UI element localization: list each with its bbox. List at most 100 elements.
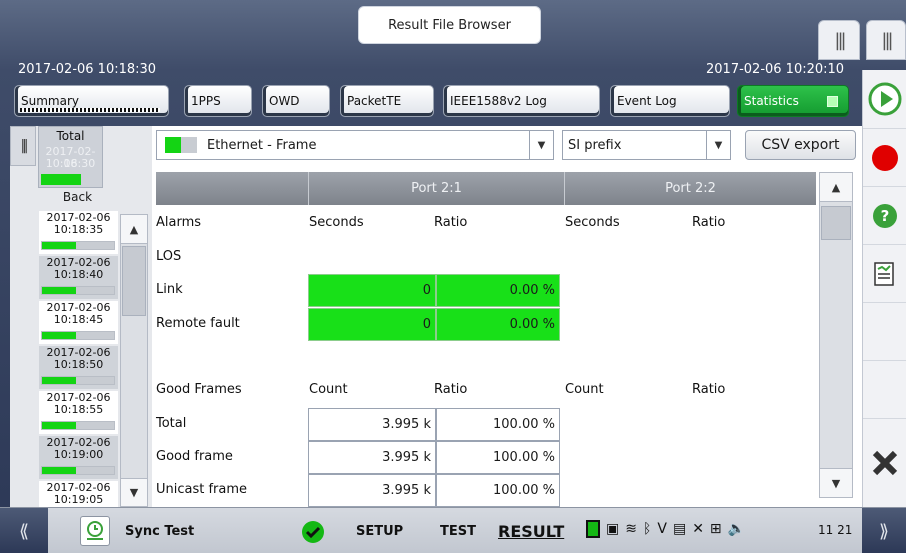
history-item[interactable]: 2017-02-06 10:18:55 bbox=[39, 391, 118, 434]
tab-statistics[interactable]: Statistics bbox=[737, 85, 849, 117]
prefix-select-value: SI prefix bbox=[568, 137, 622, 153]
record-button[interactable] bbox=[863, 128, 906, 186]
check-icon bbox=[301, 520, 325, 548]
transfer-icon: ✕ bbox=[692, 521, 704, 537]
history-item[interactable]: 2017-02-06 10:18:45 bbox=[39, 301, 118, 344]
wifi-icon: ≋ bbox=[625, 521, 637, 537]
panel-handle-icon[interactable]: ||| bbox=[818, 20, 860, 60]
sync-test-icon[interactable] bbox=[80, 516, 110, 546]
terminal-icon: ▤ bbox=[672, 521, 687, 537]
voltage-icon: V bbox=[657, 521, 667, 537]
statistics-active-indicator bbox=[827, 96, 838, 107]
close-icon bbox=[872, 450, 898, 476]
total-count-cell: 3.995 k bbox=[308, 408, 436, 441]
summary-progress-bar bbox=[20, 108, 160, 112]
history-item[interactable]: 2017-02-06 10:18:50 bbox=[39, 346, 118, 389]
history-scroll-down-icon[interactable]: ▼ bbox=[120, 478, 148, 507]
alarms-col-ratio-2: Ratio bbox=[692, 215, 726, 230]
play-icon bbox=[868, 82, 902, 116]
history-panel: ||| Total 2017-02-06 10:18:30 Back 2017-… bbox=[10, 126, 152, 507]
empty-tool-slot bbox=[863, 302, 906, 360]
tab-ieee1588v2-log[interactable]: IEEE1588v2 Log bbox=[443, 85, 600, 117]
history-status-bar bbox=[41, 286, 115, 295]
tab-1pps[interactable]: 1PPS bbox=[184, 85, 252, 117]
frames-col-ratio-2: Ratio bbox=[692, 382, 726, 397]
tab-1pps-label: 1PPS bbox=[191, 94, 221, 108]
report-button[interactable] bbox=[863, 244, 906, 302]
row-label-los: LOS bbox=[156, 249, 182, 264]
row-label-link: Link bbox=[156, 282, 183, 297]
result-button[interactable]: RESULT bbox=[498, 508, 564, 553]
history-time: 10:18:40 bbox=[53, 268, 104, 281]
view-select[interactable]: Ethernet - Frame ▼ bbox=[156, 130, 554, 160]
test-button[interactable]: TEST bbox=[440, 508, 476, 553]
alarms-col-ratio-1: Ratio bbox=[434, 215, 468, 230]
total-status-bar bbox=[41, 174, 81, 185]
tab-owd[interactable]: OWD bbox=[262, 85, 330, 117]
unicast-frame-count-cell: 3.995 k bbox=[308, 474, 436, 507]
tab-event-log-label: Event Log bbox=[617, 94, 677, 108]
link-seconds-cell: 0 bbox=[308, 274, 436, 307]
left-panel-handle-icon[interactable]: ||| bbox=[10, 126, 36, 166]
speaker-icon: 🔈 bbox=[727, 521, 746, 537]
alarms-col-seconds-2: Seconds bbox=[565, 215, 620, 230]
remote-fault-seconds-cell: 0 bbox=[308, 308, 436, 341]
history-scroll-thumb[interactable] bbox=[122, 246, 146, 316]
status-icons: ▣ ≋ ᛒ V ▤ ✕ ⊞ 🔈 bbox=[586, 520, 745, 538]
tab-event-log[interactable]: Event Log bbox=[610, 85, 730, 117]
history-item[interactable]: 2017-02-06 10:18:35 bbox=[39, 211, 118, 254]
link-ratio-cell: 0.00 % bbox=[436, 274, 560, 307]
table-scroll-thumb[interactable] bbox=[821, 206, 851, 240]
app-name: Sync Test bbox=[125, 523, 195, 539]
frames-col-ratio-1: Ratio bbox=[434, 382, 468, 397]
total-ratio-cell: 100.00 % bbox=[436, 408, 560, 441]
table-scroll-up-icon[interactable]: ▲ bbox=[819, 172, 853, 202]
history-item[interactable]: 2017-02-06 10:19:00 bbox=[39, 436, 118, 479]
bottom-status-bar: ⟪ Sync Test SETUP TEST RESULT ▣ ≋ ᛒ V ▤ … bbox=[0, 507, 906, 553]
row-label-unicast-frame: Unicast frame bbox=[156, 482, 248, 497]
tab-ieee1588v2-log-label: IEEE1588v2 Log bbox=[450, 94, 547, 108]
history-scroll-up-icon[interactable]: ▲ bbox=[120, 214, 148, 244]
tab-summary[interactable]: Summary bbox=[14, 85, 169, 117]
row-label-good-frame: Good frame bbox=[156, 449, 233, 464]
frames-col-count-2: Count bbox=[565, 382, 604, 397]
history-item[interactable]: 2017-02-06 10:18:40 bbox=[39, 256, 118, 299]
remote-fault-ratio-cell: 0.00 % bbox=[436, 308, 560, 341]
tab-statistics-label: Statistics bbox=[744, 94, 799, 108]
right-toolbar: ? bbox=[862, 70, 906, 507]
chevron-down-icon: ▼ bbox=[706, 131, 730, 159]
chevron-left-icon[interactable]: ⟪ bbox=[0, 508, 48, 553]
history-time: 10:19:05 bbox=[53, 493, 104, 506]
clock: 11 21 bbox=[818, 523, 853, 537]
tab-packette-label: PacketTE bbox=[347, 94, 402, 108]
total-history-item[interactable]: Total 2017-02-06 10:18:30 bbox=[38, 126, 103, 188]
play-button[interactable] bbox=[863, 70, 906, 128]
history-time: 10:18:55 bbox=[53, 403, 104, 416]
tab-packette[interactable]: PacketTE bbox=[340, 85, 434, 117]
prefix-select[interactable]: SI prefix ▼ bbox=[562, 130, 731, 160]
network-port-icon bbox=[586, 520, 600, 538]
power-icon: ⊞ bbox=[709, 521, 722, 537]
setup-button[interactable]: SETUP bbox=[356, 508, 403, 553]
svg-text:?: ? bbox=[881, 207, 890, 225]
chevron-right-icon[interactable]: ⟫ bbox=[862, 508, 906, 553]
csv-export-button[interactable]: CSV export bbox=[745, 130, 856, 160]
empty-tool-slot-2 bbox=[863, 360, 906, 418]
history-item[interactable]: 2017-02-06 10:19:05 bbox=[39, 481, 118, 507]
back-label: Back bbox=[62, 190, 93, 204]
history-status-bar bbox=[41, 331, 115, 340]
help-button[interactable]: ? bbox=[863, 186, 906, 244]
good-frame-count-cell: 3.995 k bbox=[308, 441, 436, 474]
close-button[interactable] bbox=[863, 418, 906, 507]
view-color-swatch-2 bbox=[181, 137, 197, 153]
panel-handle-icon-2[interactable]: ||| bbox=[866, 20, 906, 60]
good-frames-label: Good Frames bbox=[156, 382, 242, 397]
total-label: Total bbox=[56, 129, 85, 143]
camera-icon: ▣ bbox=[606, 521, 620, 537]
port-header-2: Port 2:2 bbox=[564, 172, 816, 205]
start-timestamp: 2017-02-06 10:18:30 bbox=[18, 62, 157, 77]
frames-col-count-1: Count bbox=[309, 382, 348, 397]
row-label-remote-fault: Remote fault bbox=[156, 316, 240, 331]
history-status-bar bbox=[41, 466, 115, 475]
table-scroll-down-icon[interactable]: ▼ bbox=[819, 468, 853, 498]
